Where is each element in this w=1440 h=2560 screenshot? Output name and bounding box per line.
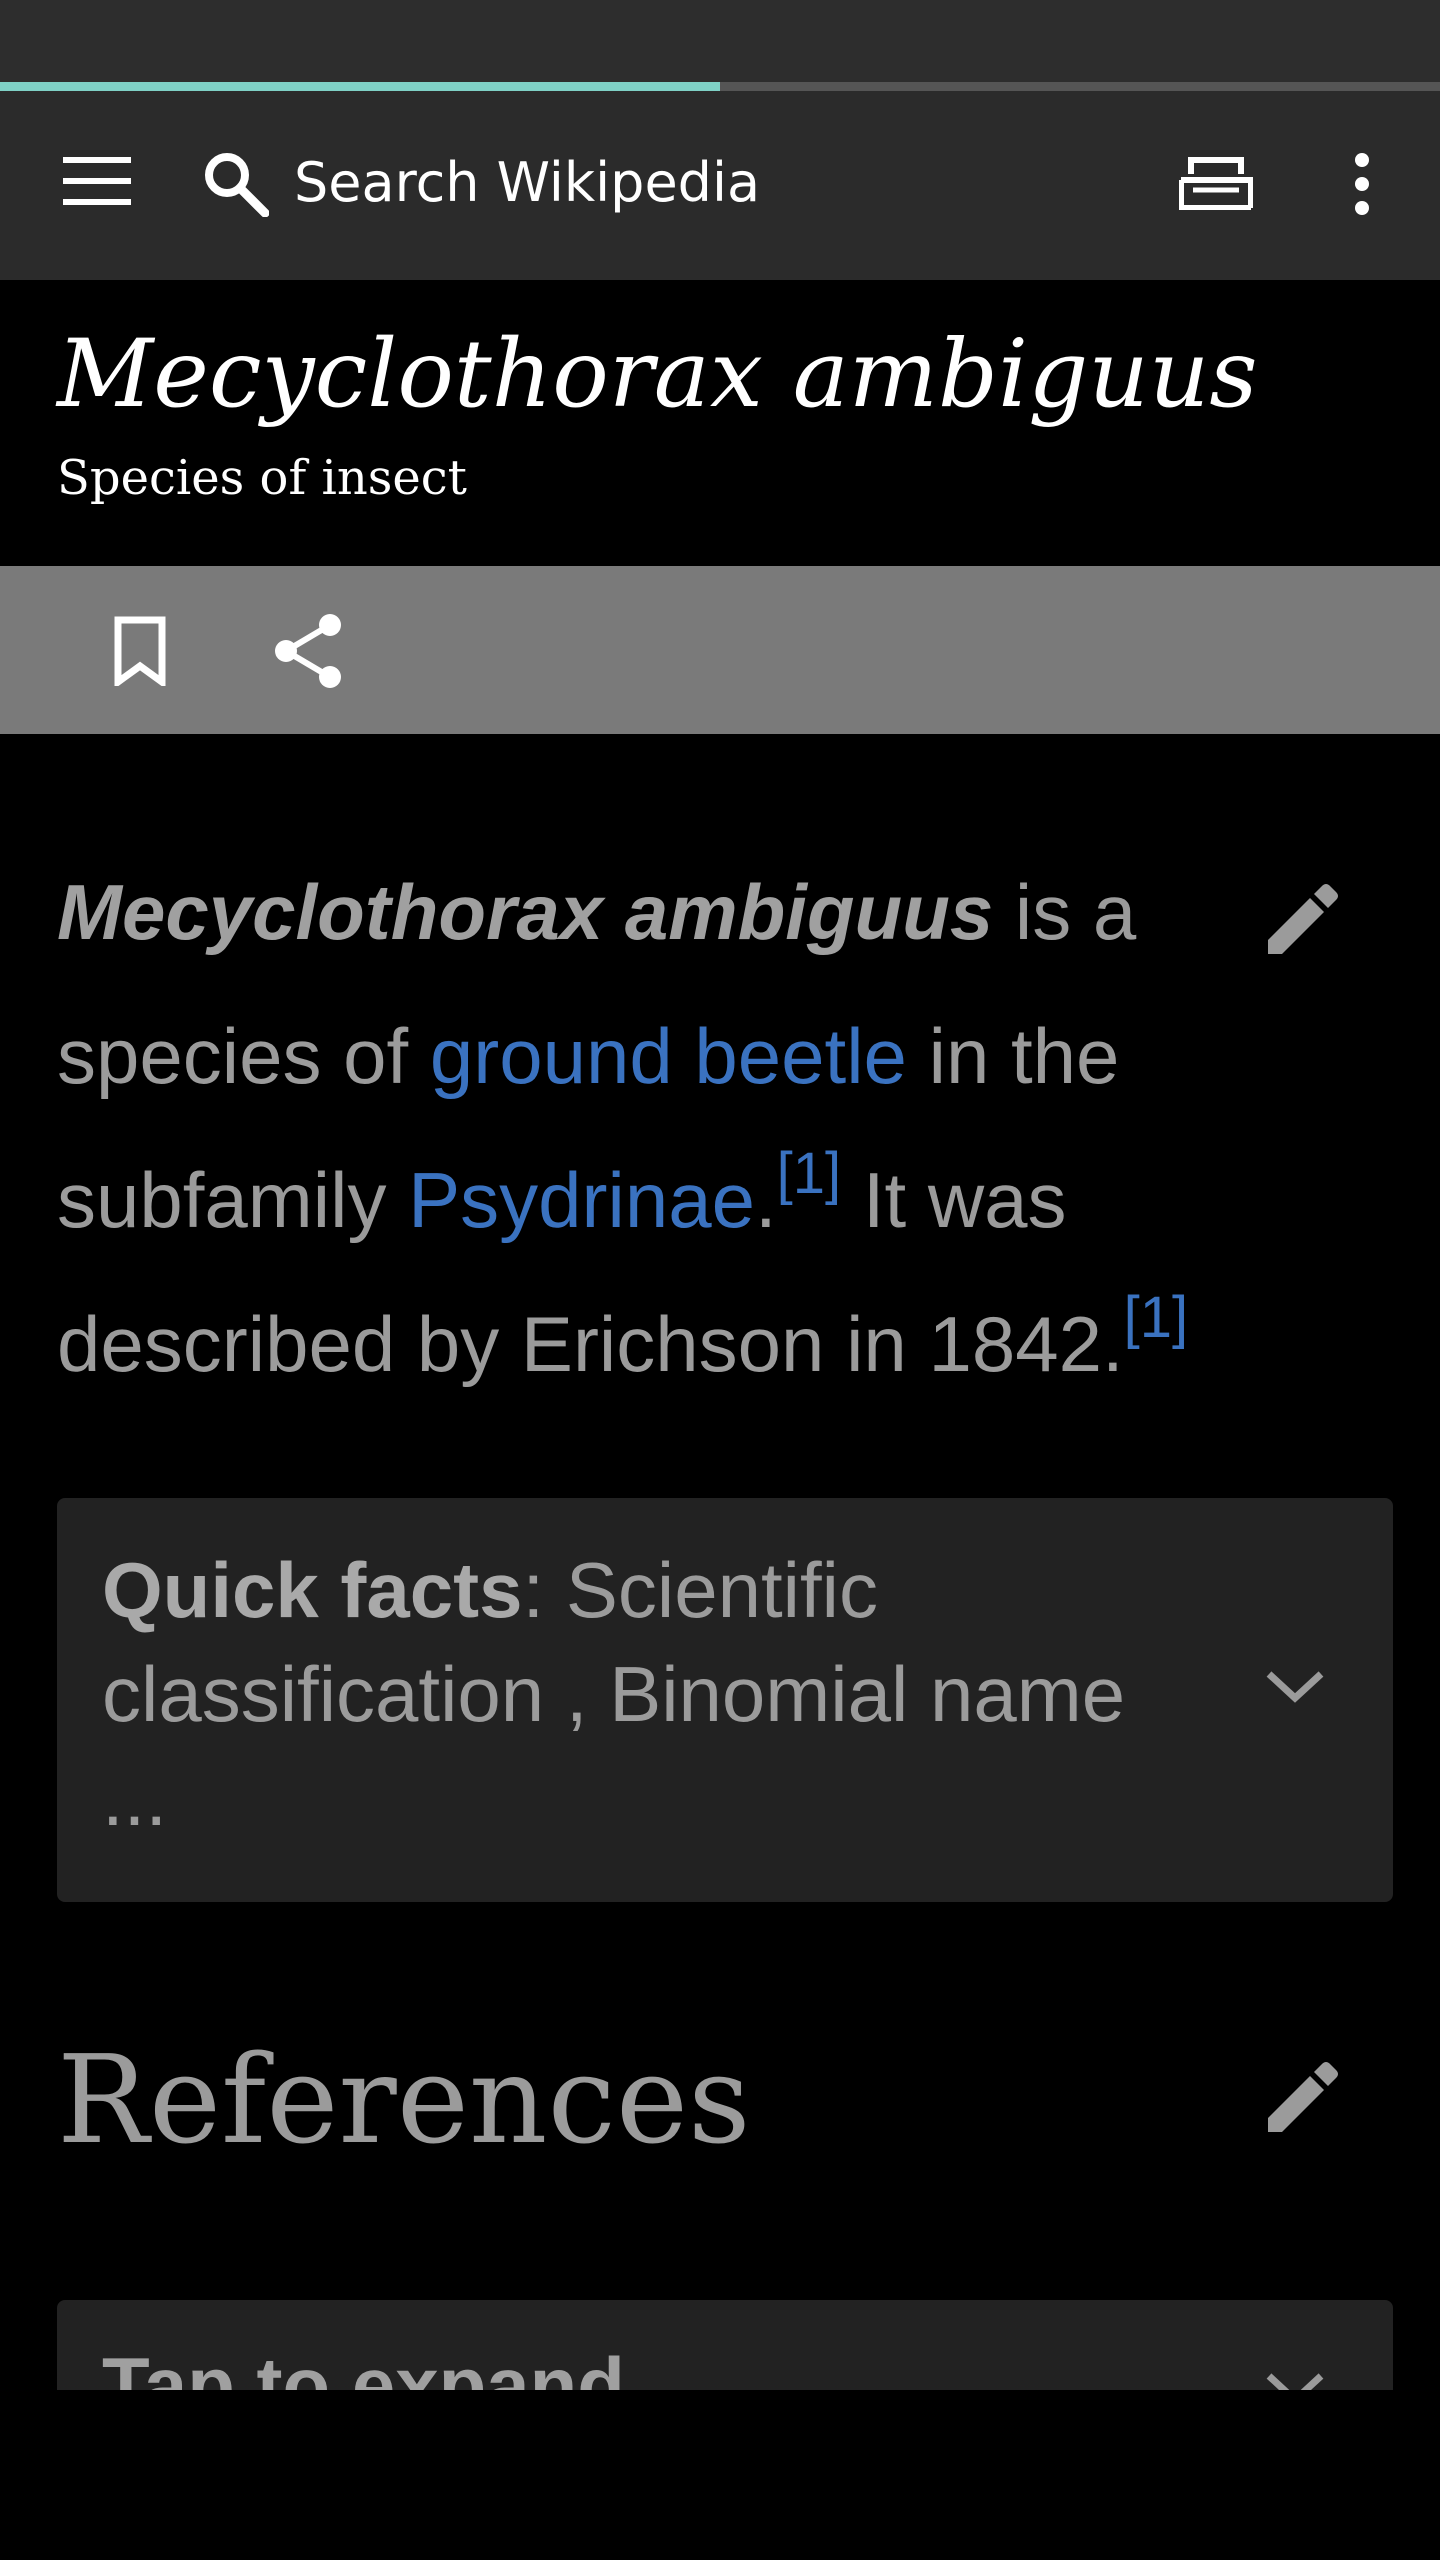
reference-link[interactable]: [1] xyxy=(777,1141,842,1206)
reference-link[interactable]: [1] xyxy=(1124,1285,1189,1350)
tap-to-expand-label: Tap to expand xyxy=(102,2341,625,2390)
quick-facts-text: Quick facts: Scientific classification ,… xyxy=(102,1538,1182,1850)
references-heading: References xyxy=(57,2029,751,2171)
tabs-icon[interactable] xyxy=(1176,148,1256,216)
chevron-down-icon[interactable] xyxy=(1263,1666,1327,1710)
quick-facts-label: Quick facts xyxy=(102,1546,523,1634)
page-title: Mecyclothorax ambiguus xyxy=(57,320,1258,429)
pencil-icon[interactable] xyxy=(1262,2058,1342,2138)
tap-to-expand-box[interactable]: Tap to expand xyxy=(57,2300,1393,2390)
intro-bold-name: Mecyclothorax ambiguus xyxy=(57,868,994,956)
link-ground-beetle[interactable]: ground beetle xyxy=(430,1012,907,1100)
more-vert-icon[interactable] xyxy=(1340,148,1384,220)
chevron-down-icon[interactable] xyxy=(1263,2368,1327,2390)
intro-text: . xyxy=(754,1156,777,1244)
link-psydrinae[interactable]: Psydrinae xyxy=(408,1156,755,1244)
menu-icon[interactable] xyxy=(58,148,136,214)
page-load-progress-fill xyxy=(0,82,720,91)
quick-facts-box[interactable]: Quick facts: Scientific classification ,… xyxy=(57,1498,1393,1902)
article-intro: Mecyclothorax ambiguus is a species of g… xyxy=(57,840,1297,1416)
references-collapsed-region: Tap to expand xyxy=(0,2290,1440,2390)
page-load-progress xyxy=(0,82,1440,91)
article-action-bar xyxy=(0,566,1440,734)
status-bar xyxy=(0,0,1440,82)
bookmark-icon[interactable] xyxy=(108,612,172,690)
pencil-icon[interactable] xyxy=(1262,880,1342,960)
page-subtitle: Species of insect xyxy=(57,450,467,506)
search-input[interactable]: Search Wikipedia xyxy=(294,147,760,219)
share-icon[interactable] xyxy=(270,612,346,690)
search-icon[interactable] xyxy=(200,148,272,220)
